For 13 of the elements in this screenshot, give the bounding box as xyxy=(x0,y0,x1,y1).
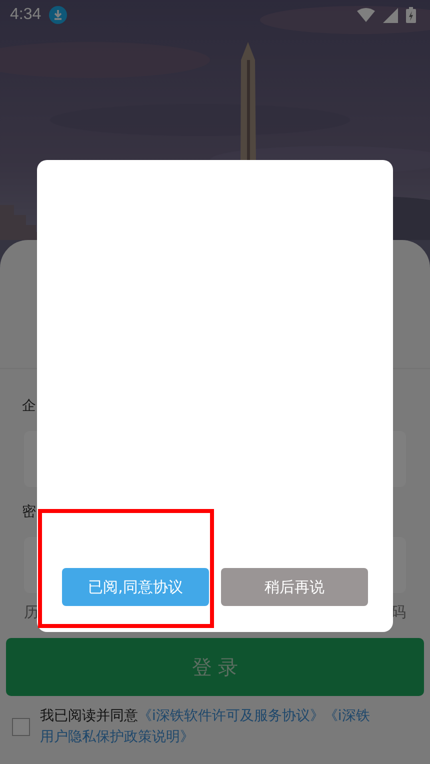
field-label: 密 xyxy=(22,503,36,522)
wifi-icon xyxy=(357,8,375,22)
later-button[interactable]: 稍后再说 xyxy=(221,568,368,606)
status-time: 4:34 xyxy=(10,6,42,24)
agreement-text: 我已阅读并同意《i深铁软件许可及服务协议》《i深铁用户隐私保护政策说明》 xyxy=(40,707,370,747)
battery-icon xyxy=(406,7,416,23)
field-label: 企 xyxy=(22,397,36,416)
download-icon xyxy=(49,6,68,24)
login-button[interactable]: 登 录 xyxy=(6,638,424,696)
hint-text: 历 xyxy=(24,603,39,622)
agree-button[interactable]: 已阅,同意协议 xyxy=(62,568,209,606)
signal-icon xyxy=(383,8,398,22)
checkbox[interactable] xyxy=(12,718,30,736)
